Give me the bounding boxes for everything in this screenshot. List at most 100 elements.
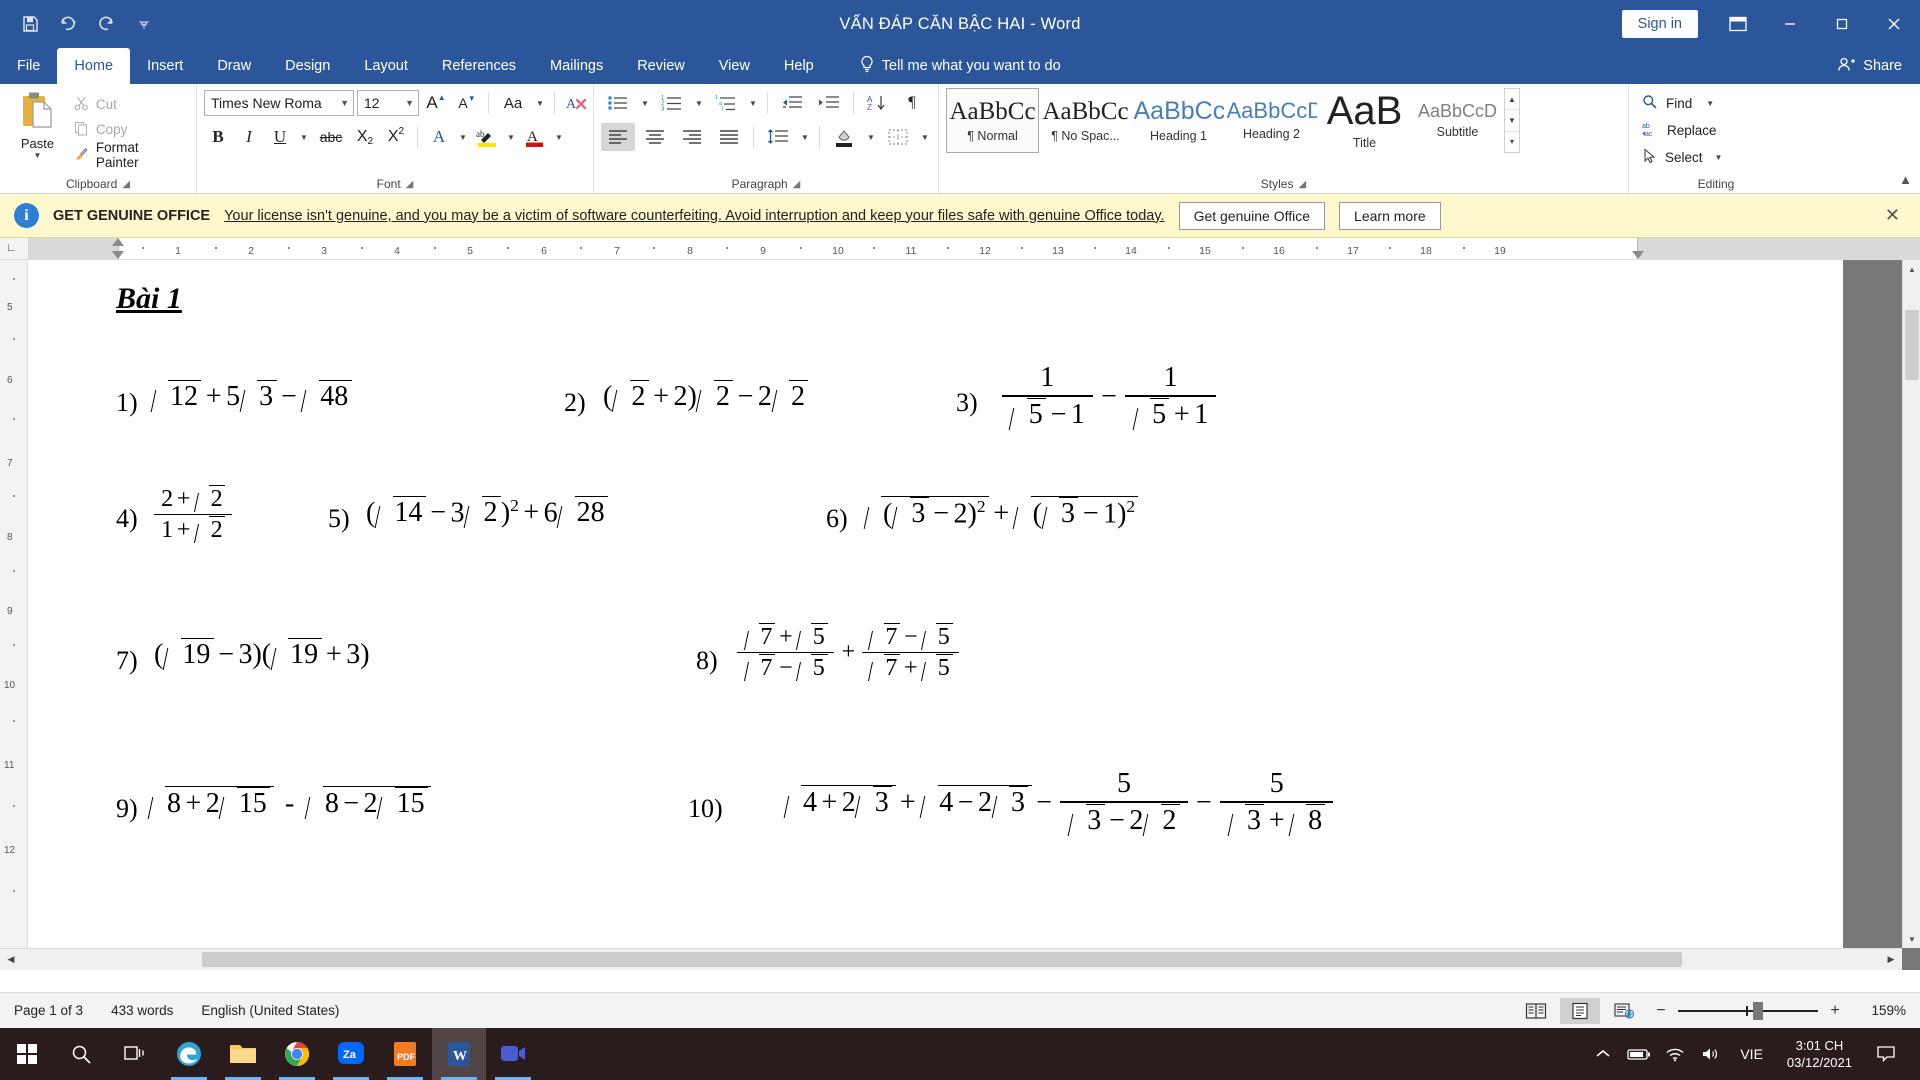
text-highlight-icon[interactable]: ab <box>473 123 501 151</box>
bullets-icon[interactable] <box>601 89 635 117</box>
share-button[interactable]: Share <box>1837 48 1902 84</box>
styles-dialog-launcher[interactable]: ◢ <box>1298 179 1306 190</box>
style-heading-1[interactable]: AaBbCc Heading 1 <box>1132 88 1225 153</box>
ribbon-display-options-icon[interactable] <box>1712 0 1764 48</box>
tab-references[interactable]: References <box>425 48 533 84</box>
font-family-combo[interactable]: Times New Roma ▼ <box>204 90 354 116</box>
sort-icon[interactable]: AZ <box>861 89 895 117</box>
start-icon[interactable] <box>0 1028 54 1080</box>
paragraph-dialog-launcher[interactable]: ◢ <box>793 179 801 190</box>
numbering-chevron-down-icon[interactable]: ▼ <box>692 99 706 108</box>
battery-icon[interactable] <box>1622 1028 1656 1080</box>
web-layout-icon[interactable] <box>1604 998 1644 1024</box>
horizontal-ruler[interactable]: ∟ 1 1 2 3 4 5 6 7 8 9 10 11 12 13 14 15 … <box>0 238 1920 260</box>
styles-scroll-up-icon[interactable]: ▲ <box>1505 89 1519 109</box>
taskbar-app-microsoft-word[interactable]: W <box>432 1028 486 1080</box>
borders-chevron-down-icon[interactable]: ▼ <box>918 133 932 142</box>
bullets-chevron-down-icon[interactable]: ▼ <box>638 99 652 108</box>
language-indicator[interactable]: VIE <box>1730 1046 1773 1062</box>
clipboard-dialog-launcher[interactable]: ◢ <box>122 179 130 190</box>
tab-layout[interactable]: Layout <box>347 48 425 84</box>
highlight-chevron-down-icon[interactable]: ▼ <box>504 133 518 142</box>
italic-icon[interactable]: I <box>235 123 263 151</box>
language-indicator[interactable]: English (United States) <box>187 1003 353 1018</box>
strikethrough-icon[interactable]: abc <box>314 123 348 151</box>
font-color-chevron-down-icon[interactable]: ▼ <box>552 133 566 142</box>
justify-icon[interactable] <box>712 123 746 151</box>
scroll-right-icon[interactable]: ▶ <box>1880 949 1902 971</box>
style-no-spacing[interactable]: AaBbCc ¶ No Spac... <box>1039 88 1132 153</box>
tab-mailings[interactable]: Mailings <box>533 48 620 84</box>
horizontal-scroll-track[interactable] <box>22 949 1880 971</box>
format-painter-button[interactable]: Format Painter <box>68 140 189 170</box>
print-layout-icon[interactable] <box>1560 997 1600 1024</box>
taskbar-app-google-chrome[interactable] <box>270 1028 324 1080</box>
align-left-icon[interactable] <box>601 123 635 151</box>
page-indicator[interactable]: Page 1 of 3 <box>0 1003 97 1018</box>
tab-stop-selector-icon[interactable]: ∟ <box>6 242 17 254</box>
line-spacing-icon[interactable] <box>761 123 795 151</box>
underline-icon[interactable]: U <box>266 123 294 151</box>
multilevel-list-icon[interactable]: 1ai <box>709 89 743 117</box>
zoom-slider[interactable] <box>1678 1001 1818 1021</box>
vertical-ruler[interactable]: 5 6 7 8 9 10 11 12 <box>0 260 28 948</box>
style-normal[interactable]: AaBbCc ¶ Normal <box>946 88 1039 153</box>
document-body[interactable]: Bài 1 1) 12 +5 3−48 2) (2 +2) 2−2 2 3) 1 5−1−1… <box>28 260 1843 876</box>
font-color-icon[interactable]: A <box>521 123 549 151</box>
tell-me-box[interactable]: Tell me what you want to do <box>859 48 1061 84</box>
cut-button[interactable]: Cut <box>68 92 189 117</box>
task-view-icon[interactable] <box>108 1028 162 1080</box>
underline-chevron-down-icon[interactable]: ▼ <box>297 133 311 142</box>
select-button[interactable]: Select ▼ <box>1636 144 1728 171</box>
show-formatting-marks-icon[interactable]: ¶ <box>898 89 926 117</box>
read-mode-icon[interactable] <box>1516 998 1556 1024</box>
shading-icon[interactable] <box>827 123 861 151</box>
scroll-up-icon[interactable]: ▲ <box>1903 260 1920 278</box>
clock[interactable]: 3:01 CH 03/12/2021 <box>1775 1037 1864 1071</box>
align-right-icon[interactable] <box>675 123 709 151</box>
document-page[interactable]: Bài 1 1) 12 +5 3−48 2) (2 +2) 2−2 2 3) 1 5−1−1… <box>28 260 1843 955</box>
scroll-left-icon[interactable]: ◀ <box>0 949 22 971</box>
word-count[interactable]: 433 words <box>97 1003 187 1018</box>
copy-button[interactable]: Copy <box>68 117 189 142</box>
tab-view[interactable]: View <box>702 48 767 84</box>
change-case-icon[interactable]: Aa <box>496 89 530 117</box>
show-desktop-button[interactable] <box>1908 1028 1914 1080</box>
align-center-icon[interactable] <box>638 123 672 151</box>
action-center-icon[interactable] <box>1866 1028 1906 1080</box>
volume-icon[interactable] <box>1694 1028 1728 1080</box>
grow-font-icon[interactable]: A ▲ <box>422 89 450 117</box>
get-genuine-office-button[interactable]: Get genuine Office <box>1178 201 1326 230</box>
tab-review[interactable]: Review <box>620 48 702 84</box>
style-subtitle[interactable]: AaBbCcD Subtitle <box>1411 88 1504 153</box>
taskbar-app-pdf-reader[interactable]: PDF <box>378 1028 432 1080</box>
change-case-chevron-down-icon[interactable]: ▼ <box>533 99 547 108</box>
find-button[interactable]: Find ▼ <box>1636 90 1720 117</box>
tab-help[interactable]: Help <box>767 48 831 84</box>
wifi-icon[interactable] <box>1658 1028 1692 1080</box>
taskbar-app-file-explorer[interactable] <box>216 1028 270 1080</box>
decrease-indent-icon[interactable] <box>775 89 809 117</box>
zoom-in-button[interactable]: + <box>1822 1002 1848 1020</box>
vertical-scrollbar[interactable]: ▲ ▼ <box>1902 260 1920 948</box>
borders-icon[interactable] <box>881 123 915 151</box>
minimize-button[interactable] <box>1764 0 1816 48</box>
learn-more-button[interactable]: Learn more <box>1339 201 1441 230</box>
styles-more-icon[interactable]: ▾ <box>1505 130 1519 152</box>
text-effects-chevron-down-icon[interactable]: ▼ <box>456 133 470 142</box>
taskbar-app-microsoft-edge[interactable] <box>162 1028 216 1080</box>
customize-qat-icon[interactable] <box>126 7 162 41</box>
text-effects-icon[interactable]: A <box>425 123 453 151</box>
tab-home[interactable]: Home <box>57 48 131 84</box>
font-dialog-launcher[interactable]: ◢ <box>406 179 414 190</box>
taskbar-app-zalo[interactable]: Za <box>324 1028 378 1080</box>
notice-message[interactable]: Your license isn't genuine, and you may … <box>224 208 1164 224</box>
tab-design[interactable]: Design <box>268 48 347 84</box>
superscript-icon[interactable]: X2 <box>382 123 410 151</box>
vertical-scroll-thumb[interactable] <box>1905 310 1919 380</box>
subscript-icon[interactable]: X2 <box>351 123 379 151</box>
scroll-down-icon[interactable]: ▼ <box>1903 930 1920 948</box>
replace-button[interactable]: ab ac Replace <box>1636 117 1723 144</box>
numbering-icon[interactable]: 123 <box>655 89 689 117</box>
sign-in-button[interactable]: Sign in <box>1621 10 1698 38</box>
